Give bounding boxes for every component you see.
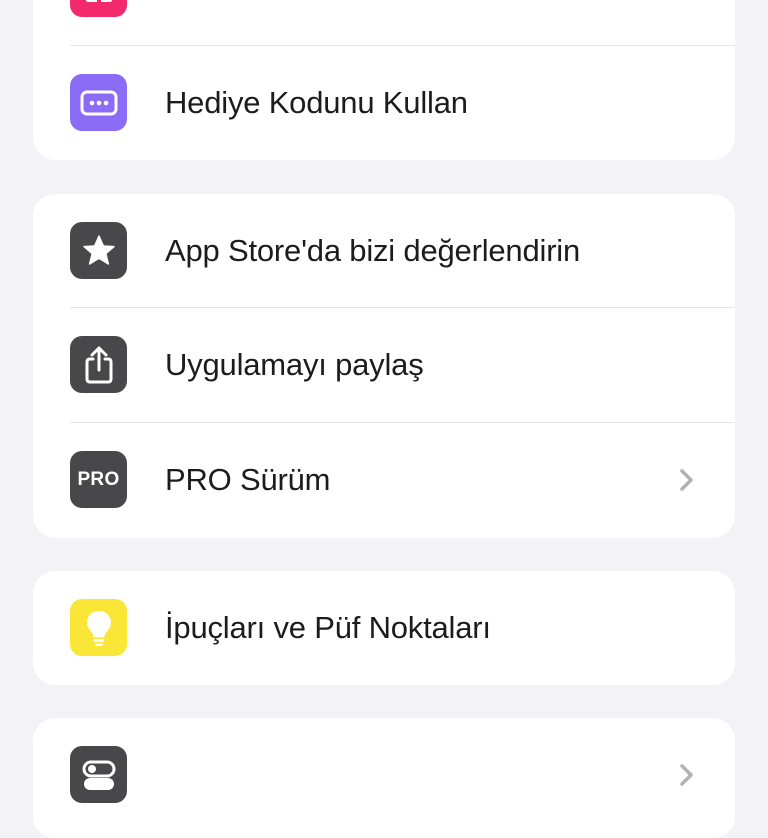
chevron-right-icon (680, 764, 693, 786)
lightbulb-icon (70, 599, 127, 656)
star-icon (70, 222, 127, 279)
general-row[interactable] (33, 718, 735, 832)
rate-app-row[interactable]: App Store'da bizi değerlendirin (33, 194, 735, 308)
share-app-label: Uygulamayı paylaş (165, 347, 424, 382)
rate-app-label: App Store'da bizi değerlendirin (165, 233, 581, 268)
gift-icon (70, 0, 127, 17)
tips-row[interactable]: İpuçları ve Püf Noktaları (33, 571, 735, 685)
pro-version-label: PRO Sürüm (165, 462, 331, 497)
pro-badge-text: PRO (77, 468, 120, 490)
redeem-gift-code-label: Hediye Kodunu Kullan (165, 85, 468, 120)
pro-badge-icon: PRO (70, 451, 127, 508)
app-actions-group: App Store'da bizi değerlendirin Uygulama… (33, 194, 735, 538)
share-icon (70, 336, 127, 393)
share-app-row[interactable]: Uygulamayı paylaş (33, 308, 735, 422)
ellipsis-card-icon (70, 74, 127, 131)
general-group (33, 718, 735, 838)
tips-group: İpuçları ve Püf Noktaları (33, 571, 735, 685)
redeem-gift-code-row[interactable]: Hediye Kodunu Kullan (33, 46, 735, 160)
tips-label: İpuçları ve Püf Noktaları (165, 610, 491, 645)
pro-version-row[interactable]: PRO PRO Sürüm (33, 423, 735, 537)
gift-row[interactable] (33, 0, 735, 46)
toggle-icon (70, 746, 127, 803)
gift-group: Hediye Kodunu Kullan (33, 0, 735, 160)
chevron-right-icon (680, 469, 693, 491)
